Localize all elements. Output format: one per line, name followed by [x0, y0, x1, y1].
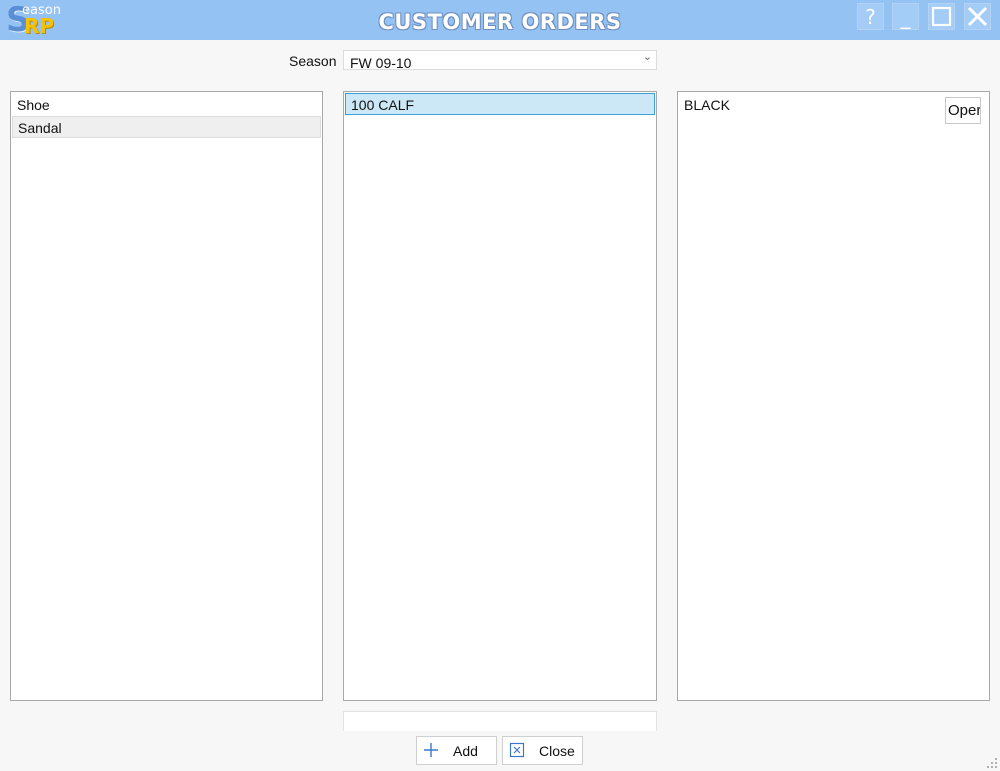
- help-button[interactable]: ?: [857, 3, 884, 30]
- resize-grip-icon[interactable]: [986, 757, 998, 769]
- maximize-icon: [931, 6, 952, 27]
- list-item-100-calf[interactable]: 100 CALF: [345, 93, 655, 115]
- window-title: CUSTOMER ORDERS: [378, 10, 622, 34]
- close-icon: [967, 6, 988, 27]
- add-button[interactable]: Add: [416, 736, 497, 765]
- bottom-input-field[interactable]: [343, 711, 657, 731]
- minimize-button[interactable]: _: [892, 3, 919, 30]
- category-list[interactable]: Shoe Sandal: [10, 91, 323, 701]
- material-list[interactable]: 100 CALF: [343, 91, 657, 701]
- list-item-shoe[interactable]: Shoe: [12, 94, 321, 116]
- list-item-black[interactable]: BLACK: [684, 97, 730, 113]
- close-window-button[interactable]: [964, 3, 991, 30]
- list-item-sandal[interactable]: Sandal: [12, 116, 321, 138]
- maximize-button[interactable]: [928, 3, 955, 30]
- season-label: Season: [289, 53, 337, 69]
- close-box-icon: [509, 742, 525, 758]
- list-item-label: Sandal: [18, 120, 62, 136]
- list-item-label: 100 CALF: [351, 97, 415, 113]
- title-bar: S eason RP CUSTOMER ORDERS ? _: [0, 0, 1000, 40]
- plus-icon: [424, 743, 438, 757]
- list-item-label: Shoe: [17, 97, 50, 113]
- close-button-label: Close: [539, 743, 575, 759]
- open-button[interactable]: Oper: [945, 97, 981, 124]
- color-list[interactable]: BLACK Oper: [677, 91, 990, 701]
- season-value: FW 09-10: [350, 55, 412, 70]
- season-dropdown[interactable]: FW 09-10 ⌄: [343, 50, 657, 70]
- close-button[interactable]: Close: [502, 736, 583, 765]
- chevron-down-icon: ⌄: [642, 51, 652, 63]
- add-button-label: Add: [453, 743, 478, 759]
